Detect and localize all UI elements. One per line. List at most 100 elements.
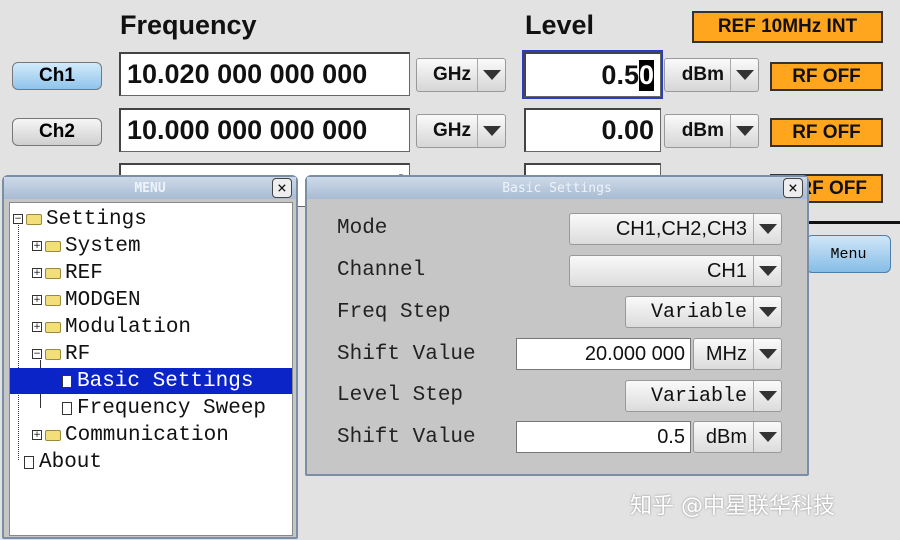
tree-item-basic-settings[interactable]: Basic Settings	[10, 368, 292, 394]
chevron-down-icon	[477, 115, 505, 147]
tree-item-communication[interactable]: + Communication	[32, 422, 229, 448]
ch1-level-input[interactable]: 0.5 0	[522, 50, 663, 99]
menu-title-bar[interactable]: MENU ×	[4, 177, 296, 199]
tree-item-about[interactable]: About	[24, 449, 102, 475]
chevron-down-icon	[753, 381, 781, 411]
menu-button[interactable]: Menu	[806, 235, 891, 273]
level-heading: Level	[525, 10, 595, 40]
ref-button[interactable]: REF 10MHz INT	[692, 11, 883, 43]
ch2-button[interactable]: Ch2	[12, 118, 102, 146]
chevron-down-icon	[730, 115, 758, 147]
mode-label: Mode	[337, 217, 388, 240]
chevron-down-icon	[477, 59, 505, 91]
close-icon[interactable]: ×	[783, 178, 803, 198]
value: dBm	[705, 425, 747, 448]
tree-line	[18, 225, 19, 460]
expand-icon[interactable]: +	[32, 268, 42, 278]
ch1-button[interactable]: Ch1	[12, 62, 102, 90]
label: REF	[65, 261, 103, 285]
close-icon[interactable]: ×	[272, 178, 292, 198]
tree-item-frequency-sweep[interactable]: Frequency Sweep	[62, 395, 266, 421]
ch1-rf-button[interactable]: RF OFF	[770, 62, 883, 91]
label: About	[39, 450, 103, 474]
watermark: 知乎 @中星联华科技	[630, 494, 835, 519]
ch2-level-unit-select[interactable]: dBm	[664, 114, 759, 148]
mode-select[interactable]: CH1,CH2,CH3	[569, 213, 782, 245]
label: RF	[65, 342, 91, 366]
folder-icon	[45, 429, 61, 441]
menu-title: MENU	[134, 180, 166, 196]
chevron-down-icon	[753, 422, 781, 452]
level-text: 0.5	[601, 59, 639, 90]
folder-open-icon	[45, 348, 61, 360]
chevron-down-icon	[730, 59, 758, 91]
tree-item-settings[interactable]: − Settings	[13, 206, 147, 232]
freq-step-label: Freq Step	[337, 301, 451, 324]
unit-value: dBm	[681, 64, 724, 85]
collapse-icon[interactable]: −	[13, 214, 23, 224]
tree-item-modgen[interactable]: + MODGEN	[32, 287, 141, 313]
expand-icon[interactable]: +	[32, 295, 42, 305]
ch1-freq-unit-select[interactable]: GHz	[416, 58, 506, 92]
tree-item-system[interactable]: + System	[32, 233, 141, 259]
folder-open-icon	[26, 213, 42, 225]
label: Communication	[65, 423, 229, 447]
level-shift-value-input[interactable]: 0.5	[516, 421, 691, 453]
tree-item-ref[interactable]: + REF	[32, 260, 103, 286]
folder-icon	[45, 321, 61, 333]
label: System	[65, 234, 141, 258]
document-icon	[24, 455, 34, 469]
folder-icon	[45, 267, 61, 279]
value: Variable	[650, 300, 747, 324]
folder-icon	[45, 294, 61, 306]
freq-step-select[interactable]: Variable	[625, 296, 782, 328]
expand-icon[interactable]: +	[32, 322, 42, 332]
tree-item-rf[interactable]: − RF	[32, 341, 90, 367]
tree-item-modulation[interactable]: + Modulation	[32, 314, 191, 340]
unit-value: GHz	[433, 120, 471, 141]
value: MHz	[705, 342, 747, 365]
value: Variable	[650, 384, 747, 408]
expand-icon[interactable]: +	[32, 241, 42, 251]
freq-shift-value-input[interactable]: 20.000 000	[516, 338, 691, 370]
chevron-down-icon	[753, 214, 781, 244]
channel-select[interactable]: CH1	[569, 255, 782, 287]
chevron-down-icon	[753, 256, 781, 286]
level-step-select[interactable]: Variable	[625, 380, 782, 412]
freq-shift-value-label: Shift Value	[337, 343, 476, 366]
basic-settings-title-bar[interactable]: Basic Settings ×	[307, 177, 807, 199]
value: CH1	[706, 259, 747, 282]
collapse-icon[interactable]: −	[32, 349, 42, 359]
unit-value: GHz	[433, 64, 471, 85]
menu-tree: − Settings + System + REF + MODGEN + Modulati…	[9, 202, 293, 536]
label: Frequency Sweep	[77, 396, 267, 420]
value: CH1,CH2,CH3	[615, 217, 747, 240]
level-shift-unit-select[interactable]: dBm	[693, 421, 782, 453]
unit-value: dBm	[681, 120, 724, 141]
text-cursor: 0	[638, 59, 654, 91]
ch2-rf-button[interactable]: RF OFF	[770, 118, 883, 147]
basic-settings-window: Basic Settings × Mode CH1,CH2,CH3 Channel…	[305, 175, 809, 476]
expand-icon[interactable]: +	[32, 430, 42, 440]
level-step-label: Level Step	[337, 384, 464, 407]
level-shift-value-label: Shift Value	[337, 426, 476, 449]
chevron-down-icon	[753, 297, 781, 327]
label: Modulation	[65, 315, 192, 339]
ch2-frequency-input[interactable]: 10.000 000 000 000	[119, 108, 410, 152]
window-title: Basic Settings	[502, 180, 612, 196]
document-icon	[62, 374, 72, 388]
label: Basic Settings	[77, 369, 254, 393]
menu-window: MENU × − Settings + System + REF + MODGEN + Mo…	[2, 175, 298, 539]
label: MODGEN	[65, 288, 141, 312]
chevron-down-icon	[753, 339, 781, 369]
freq-shift-unit-select[interactable]: MHz	[693, 338, 782, 370]
ch1-level-unit-select[interactable]: dBm	[664, 58, 759, 92]
ch2-level-input[interactable]: 0.00	[524, 108, 661, 152]
folder-icon	[45, 240, 61, 252]
ch2-freq-unit-select[interactable]: GHz	[416, 114, 506, 148]
divider	[808, 221, 900, 224]
frequency-heading: Frequency	[120, 10, 257, 40]
ch1-frequency-input[interactable]: 10.020 000 000 000	[119, 52, 410, 96]
channel-label: Channel	[337, 259, 426, 282]
document-icon	[62, 401, 72, 415]
